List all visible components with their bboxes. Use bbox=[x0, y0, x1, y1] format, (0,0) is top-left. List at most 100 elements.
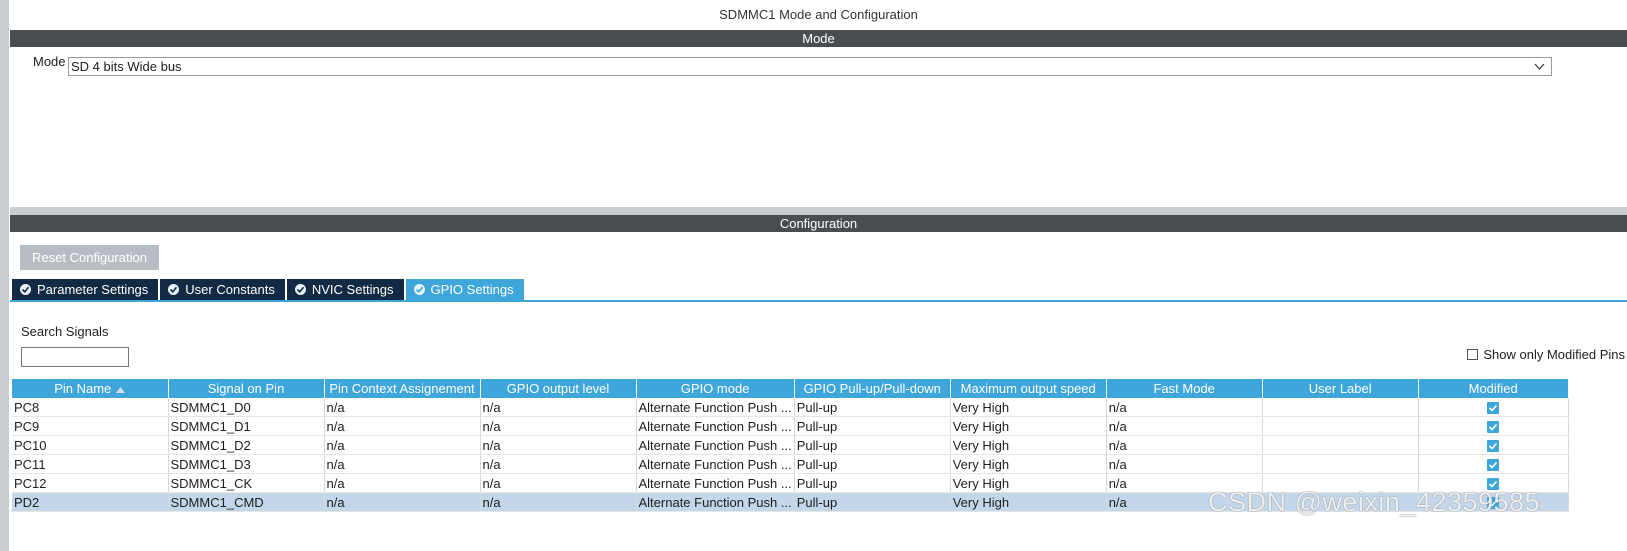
watermark: CSDN @weixin_42359585 bbox=[1208, 487, 1541, 517]
cell-fast-mode: n/a bbox=[1106, 435, 1263, 455]
cell-pull: Pull-up bbox=[794, 416, 951, 436]
cell-fast-mode: n/a bbox=[1106, 416, 1263, 436]
cell-signal: SDMMC1_D0 bbox=[168, 398, 325, 417]
cell-speed: Very High bbox=[950, 435, 1107, 455]
check-circle-icon bbox=[294, 284, 306, 295]
cell-gpio-mode: Alternate Function Push ... bbox=[636, 416, 795, 436]
tab-parameter-settings[interactable]: Parameter Settings bbox=[12, 279, 159, 300]
cell-pin: PC12 bbox=[12, 473, 169, 493]
checkbox-checked-icon bbox=[1487, 402, 1500, 415]
cell-pin: PC8 bbox=[12, 398, 169, 417]
column-header-gpio-mode[interactable]: GPIO mode bbox=[636, 379, 795, 398]
cell-fast-mode: n/a bbox=[1106, 454, 1263, 474]
show-modified-label: Show only Modified Pins bbox=[1483, 347, 1625, 362]
cell-signal: SDMMC1_CMD bbox=[168, 492, 325, 512]
check-circle-icon bbox=[168, 284, 180, 295]
cell-gpio-mode: Alternate Function Push ... bbox=[636, 398, 795, 417]
cell-user-label[interactable] bbox=[1262, 416, 1419, 436]
left-gutter bbox=[0, 0, 9, 551]
table-row[interactable]: PC11 SDMMC1_D3 n/a n/a Alternate Functio… bbox=[12, 454, 1569, 474]
tab-user-constants[interactable]: User Constants bbox=[160, 279, 285, 300]
checkbox-unchecked-icon[interactable] bbox=[1467, 349, 1479, 360]
cell-user-label[interactable] bbox=[1262, 454, 1419, 474]
section-splitter[interactable] bbox=[10, 207, 1627, 215]
cell-pin: PC11 bbox=[12, 454, 169, 474]
cell-gpio-mode: Alternate Function Push ... bbox=[636, 454, 795, 474]
show-modified-toggle[interactable]: Show only Modified Pins bbox=[1467, 347, 1625, 362]
table-row[interactable]: PC10 SDMMC1_D2 n/a n/a Alternate Functio… bbox=[12, 435, 1569, 455]
chevron-down-icon bbox=[1534, 63, 1545, 70]
check-circle-icon bbox=[20, 284, 31, 295]
column-header-fast-mode[interactable]: Fast Mode bbox=[1106, 379, 1263, 398]
search-signals-label: Search Signals bbox=[21, 324, 109, 339]
cell-context: n/a bbox=[324, 473, 481, 493]
column-header-pull[interactable]: GPIO Pull-up/Pull-down bbox=[794, 379, 951, 398]
cell-context: n/a bbox=[324, 398, 481, 417]
cell-pin: PC10 bbox=[12, 435, 169, 455]
column-header-modified[interactable]: Modified bbox=[1418, 379, 1569, 398]
cell-user-label[interactable] bbox=[1262, 398, 1419, 417]
cell-user-label[interactable] bbox=[1262, 435, 1419, 455]
mode-label: Mode bbox=[33, 54, 66, 69]
column-header-output-level[interactable]: GPIO output level bbox=[480, 379, 637, 398]
mode-select[interactable]: SD 4 bits Wide bus bbox=[68, 57, 1552, 76]
cell-output-level: n/a bbox=[480, 473, 637, 493]
main-panel: SDMMC1 Mode and Configuration Mode Mode … bbox=[10, 0, 1627, 551]
table-header-row: Pin Name Signal on Pin Pin Context Assig… bbox=[12, 379, 1569, 398]
cell-context: n/a bbox=[324, 416, 481, 436]
cell-signal: SDMMC1_CK bbox=[168, 473, 325, 493]
cell-pull: Pull-up bbox=[794, 435, 951, 455]
cell-output-level: n/a bbox=[480, 398, 637, 417]
cell-gpio-mode: Alternate Function Push ... bbox=[636, 492, 795, 512]
cell-modified bbox=[1418, 454, 1569, 474]
cell-gpio-mode: Alternate Function Push ... bbox=[636, 435, 795, 455]
check-circle-icon bbox=[413, 284, 425, 295]
cell-gpio-mode: Alternate Function Push ... bbox=[636, 473, 795, 493]
sort-ascending-icon bbox=[116, 386, 126, 393]
cell-output-level: n/a bbox=[480, 416, 637, 436]
config-tabs: Parameter Settings User Constants NVIC S… bbox=[12, 279, 526, 300]
column-header-user-label[interactable]: User Label bbox=[1262, 379, 1419, 398]
tab-underline bbox=[10, 300, 1627, 302]
tab-label: User Constants bbox=[185, 282, 275, 297]
cell-signal: SDMMC1_D2 bbox=[168, 435, 325, 455]
column-header-pin-name[interactable]: Pin Name bbox=[12, 379, 169, 398]
search-signals-input[interactable] bbox=[21, 347, 129, 367]
checkbox-checked-icon bbox=[1487, 440, 1500, 453]
cell-context: n/a bbox=[324, 492, 481, 512]
cell-output-level: n/a bbox=[480, 454, 637, 474]
cell-fast-mode: n/a bbox=[1106, 398, 1263, 417]
table-row[interactable]: PC8 SDMMC1_D0 n/a n/a Alternate Function… bbox=[12, 398, 1569, 417]
tab-label: NVIC Settings bbox=[311, 282, 394, 297]
cell-signal: SDMMC1_D1 bbox=[168, 416, 325, 436]
tab-nvic-settings[interactable]: NVIC Settings bbox=[286, 279, 404, 300]
cell-speed: Very High bbox=[950, 398, 1107, 417]
cell-pull: Pull-up bbox=[794, 398, 951, 417]
cell-modified bbox=[1418, 435, 1569, 455]
checkbox-checked-icon bbox=[1487, 459, 1500, 472]
cell-output-level: n/a bbox=[480, 492, 637, 512]
cell-speed: Very High bbox=[950, 492, 1107, 512]
cell-pin: PD2 bbox=[12, 492, 169, 512]
cell-modified bbox=[1418, 398, 1569, 417]
checkbox-checked-icon bbox=[1487, 421, 1500, 434]
cell-modified bbox=[1418, 416, 1569, 436]
column-header-speed[interactable]: Maximum output speed bbox=[950, 379, 1107, 398]
tab-label: Parameter Settings bbox=[37, 282, 149, 297]
column-header-context[interactable]: Pin Context Assignement bbox=[324, 379, 481, 398]
table-row[interactable]: PC9 SDMMC1_D1 n/a n/a Alternate Function… bbox=[12, 416, 1569, 436]
cell-pin: PC9 bbox=[12, 416, 169, 436]
mode-row: Mode SD 4 bits Wide bus bbox=[10, 47, 1627, 77]
cell-output-level: n/a bbox=[480, 435, 637, 455]
window-title: SDMMC1 Mode and Configuration bbox=[719, 7, 918, 22]
tab-label: GPIO Settings bbox=[430, 282, 514, 297]
cell-speed: Very High bbox=[950, 473, 1107, 493]
column-header-signal[interactable]: Signal on Pin bbox=[168, 379, 325, 398]
cell-pull: Pull-up bbox=[794, 492, 951, 512]
cell-pull: Pull-up bbox=[794, 473, 951, 493]
cell-context: n/a bbox=[324, 435, 481, 455]
tab-gpio-settings[interactable]: GPIO Settings bbox=[405, 279, 524, 300]
mode-empty-area bbox=[10, 77, 1627, 207]
reset-configuration-button[interactable]: Reset Configuration bbox=[20, 245, 159, 270]
cell-pull: Pull-up bbox=[794, 454, 951, 474]
